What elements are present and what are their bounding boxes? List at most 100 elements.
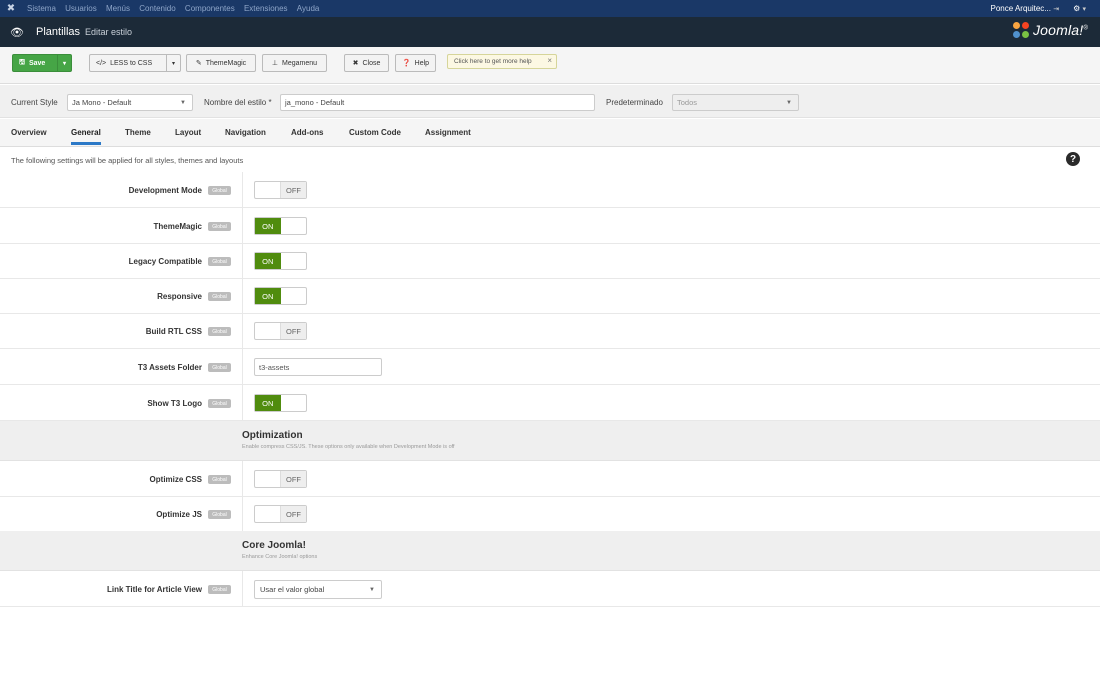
setting-row-t3-assets-folder: T3 Assets Folder Global t3-assets [0,349,1100,385]
setting-label: T3 Assets Folder [137,363,202,372]
column-divider [242,349,243,384]
menu-sistema[interactable]: Sistema [27,4,56,13]
column-divider [242,385,243,420]
global-badge: Global [208,222,231,231]
setting-label: Show T3 Logo [147,399,202,408]
chevron-down-icon: ▼ [369,586,375,593]
close-button[interactable]: ✖ Close [344,54,389,72]
question-icon[interactable]: ? [1066,152,1080,166]
page-header: 👁 Plantillas Editar estilo Joomla!® [0,17,1100,47]
setting-row-development-mode: Development Mode Global OFF [0,172,1100,208]
menu-menus[interactable]: Menús [106,4,130,13]
default-select[interactable]: Todos ▼ [672,94,799,111]
setting-row-build-rtl-css: Build RTL CSS Global OFF [0,313,1100,349]
global-badge: Global [208,186,231,195]
caret-down-icon: ▾ [1082,6,1086,13]
user-menu[interactable]: Ponce Arquitec... ⇥ [990,4,1059,13]
development-mode-toggle[interactable]: OFF [254,181,307,199]
tab-addons[interactable]: Add-ons [291,128,323,137]
floppy-icon: 🖫 [19,58,25,66]
tab-assignment[interactable]: Assignment [425,128,471,137]
tab-general[interactable]: General [71,128,101,145]
menu-extensiones[interactable]: Extensiones [244,4,288,13]
setting-label: ThemeMagic [153,222,202,231]
joomla-logo-icon [1012,22,1029,38]
section-core-joomla: Core Joomla! Enhance Core Joomla! option… [0,531,1100,571]
global-badge: Global [208,327,231,336]
help-hint[interactable]: Click here to get more help × [447,54,557,69]
tab-layout[interactable]: Layout [175,128,201,137]
toggle-state: OFF [281,323,306,339]
show-t3-logo-toggle[interactable]: ON [254,394,307,412]
global-badge: Global [208,292,231,301]
menu-componentes[interactable]: Componentes [185,4,235,13]
toggle-state: OFF [281,506,306,522]
top-right-tools: Ponce Arquitec... ⇥ ⚙ ▾ [990,0,1086,17]
magic-wand-icon: ✎ [195,60,202,67]
megamenu-button[interactable]: ⊥ Megamenu [262,54,327,72]
column-divider [242,208,243,243]
global-badge: Global [208,585,231,594]
toggle-state: ON [255,288,281,304]
tab-navigation[interactable]: Navigation [225,128,266,137]
save-dropdown-toggle[interactable]: ▾ [57,55,71,71]
section-description: Enable compress CSS/JS. These options on… [242,444,455,450]
tab-custom-code[interactable]: Custom Code [349,128,401,137]
code-icon: </> [96,59,107,67]
menu-contenido[interactable]: Contenido [139,4,175,13]
setting-row-optimize-css: Optimize CSS Global OFF [0,461,1100,497]
sitemap-icon: ⊥ [271,60,279,67]
joomla-icon[interactable]: ✖ [0,3,22,14]
settings-info-text: The following settings will be applied f… [11,156,244,165]
setting-label: Build RTL CSS [145,327,202,336]
build-rtl-css-toggle[interactable]: OFF [254,322,307,340]
current-style-label: Current Style [11,98,58,107]
optimize-css-toggle[interactable]: OFF [254,470,307,488]
setting-label: Legacy Compatible [128,257,202,266]
tab-bar: Overview General Theme Layout Navigation… [0,119,1100,147]
global-badge: Global [208,510,231,519]
tab-theme[interactable]: Theme [125,128,151,137]
tab-overview[interactable]: Overview [11,128,47,137]
column-divider [242,496,243,531]
setting-label: Optimize CSS [149,475,202,484]
setting-row-optimize-js: Optimize JS Global OFF [0,496,1100,532]
save-button[interactable]: 🖫 Save ▾ [12,54,72,72]
setting-label: Responsive [157,292,202,301]
thememagic-button[interactable]: ✎ ThemeMagic [186,54,256,72]
toggle-knob [281,218,307,234]
section-description: Enhance Core Joomla! options [242,554,318,560]
setting-label: Development Mode [128,186,202,195]
menu-usuarios[interactable]: Usuarios [65,4,97,13]
setting-row-thememagic: ThemeMagic Global ON [0,208,1100,244]
gear-icon[interactable]: ⚙ ▾ [1073,4,1086,13]
link-title-select[interactable]: Usar el valor global ▼ [254,580,382,599]
column-divider [242,461,243,496]
current-style-select[interactable]: Ja Mono - Default ▼ [67,94,193,111]
legacy-compatible-toggle[interactable]: ON [254,252,307,270]
section-title: Optimization [242,430,303,441]
toggle-knob [255,506,281,522]
responsive-toggle[interactable]: ON [254,287,307,305]
close-icon[interactable]: × [547,56,552,65]
top-menu-items: Sistema Usuarios Menús Contenido Compone… [22,4,321,13]
toggle-state: ON [255,218,281,234]
t3-assets-folder-input[interactable]: t3-assets [254,358,382,376]
global-badge: Global [208,475,231,484]
menu-ayuda[interactable]: Ayuda [297,4,320,13]
section-title: Core Joomla! [242,540,306,551]
global-badge: Global [208,399,231,408]
joomla-wordmark: Joomla!® [1032,22,1088,38]
chevron-down-icon: ▼ [786,99,792,106]
style-name-input[interactable]: ja_mono - Default [280,94,595,111]
less-to-css-button[interactable]: </> LESS to CSS ▾ [89,54,181,72]
toggle-knob [281,253,307,269]
optimize-js-toggle[interactable]: OFF [254,505,307,523]
joomla-brand: Joomla!® [1012,22,1088,38]
less-dropdown-toggle[interactable]: ▾ [166,55,180,71]
toggle-state: OFF [281,471,306,487]
help-button[interactable]: ❓ Help [395,54,436,72]
thememagic-toggle[interactable]: ON [254,217,307,235]
page-subtitle: Editar estilo [85,27,133,37]
column-divider [242,313,243,348]
